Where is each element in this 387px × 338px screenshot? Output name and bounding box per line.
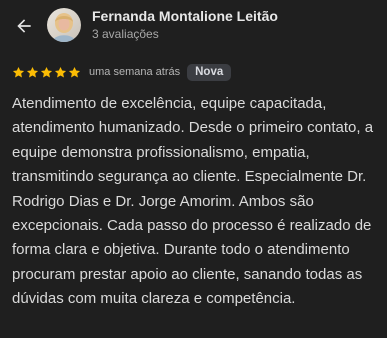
star-filled-icon — [68, 66, 81, 77]
star-filled-icon — [26, 66, 39, 77]
arrow-back-icon — [17, 19, 31, 33]
star-filled-icon — [12, 66, 25, 77]
reviewer-name[interactable]: Fernanda Montalione Leitão — [92, 8, 278, 24]
star-rating — [12, 66, 81, 79]
review-text: Atendimento de excelência, equipe capaci… — [12, 95, 374, 308]
avatar[interactable] — [47, 8, 81, 42]
review-header: Fernanda Montalione Leitão 3 avaliações — [0, 0, 387, 52]
back-button[interactable] — [9, 11, 39, 41]
review-meta: uma semana atrás Nova — [12, 62, 232, 82]
star-filled-icon — [40, 66, 53, 77]
new-badge: Nova — [187, 63, 232, 81]
review-date: uma semana atrás — [89, 66, 181, 78]
star-filled-icon — [54, 66, 67, 77]
reviewer-review-count: 3 avaliações — [92, 27, 159, 41]
